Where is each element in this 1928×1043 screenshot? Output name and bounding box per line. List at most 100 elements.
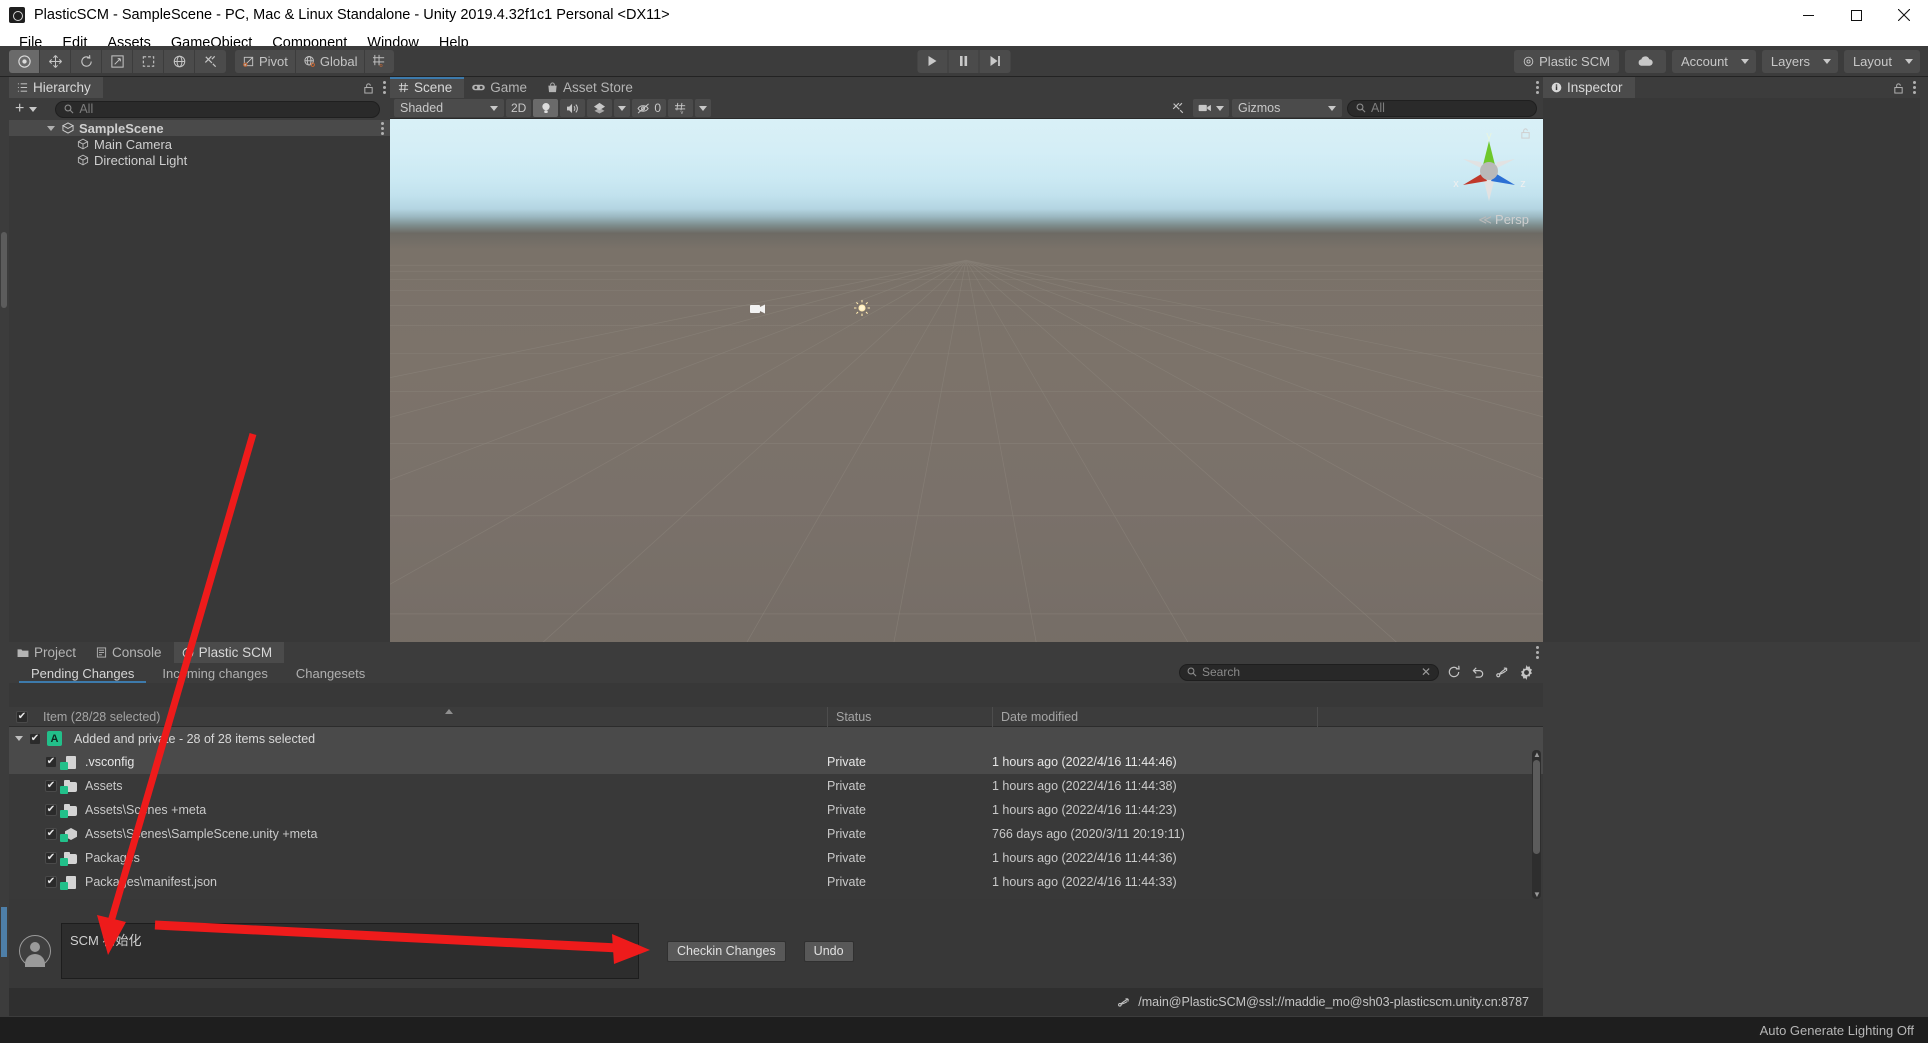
speaker-icon[interactable] <box>560 99 586 117</box>
close-icon[interactable]: ✕ <box>1421 665 1431 679</box>
lightbulb-icon[interactable] <box>533 99 559 117</box>
main-camera-gizmo[interactable] <box>750 302 766 318</box>
changes-group-row[interactable]: A Added and private - 28 of 28 items sel… <box>9 727 1543 750</box>
pause-button[interactable] <box>948 49 980 73</box>
table-row[interactable]: Packages\manifest.json Private 1 hours a… <box>9 870 1543 894</box>
grid-visibility-icon[interactable]: y <box>668 99 694 117</box>
layers-dropdown[interactable]: Layers <box>1761 49 1838 73</box>
scale-tool-icon[interactable] <box>102 49 133 73</box>
lock-icon[interactable] <box>1893 82 1904 94</box>
tab-asset-store[interactable]: Asset Store <box>539 77 645 98</box>
checkin-comment-input[interactable]: SCM 初始化 <box>61 923 639 979</box>
close-button[interactable] <box>1880 0 1928 30</box>
hierarchy-item-main-camera[interactable]: Main Camera <box>9 136 390 152</box>
chevron-down-icon[interactable] <box>15 736 23 741</box>
toggle-2d-button[interactable]: 2D <box>506 99 532 117</box>
step-button[interactable] <box>979 49 1011 73</box>
scrollbar-thumb[interactable] <box>1533 760 1540 854</box>
scene-context-menu-icon[interactable] <box>381 121 384 135</box>
tab-scene[interactable]: Scene <box>390 77 465 98</box>
tab-hierarchy[interactable]: Hierarchy <box>9 77 103 98</box>
account-dropdown[interactable]: Account <box>1671 49 1756 73</box>
play-button[interactable] <box>917 49 949 73</box>
table-row[interactable]: .vsconfig Private 1 hours ago (2022/4/16… <box>9 750 1543 774</box>
row-checkbox[interactable] <box>45 876 57 888</box>
subtab-incoming-changes[interactable]: Incoming changes <box>148 663 282 683</box>
refresh-icon[interactable] <box>1445 663 1463 681</box>
undo-button[interactable]: Undo <box>803 940 854 962</box>
cloud-icon[interactable] <box>1624 49 1666 73</box>
hierarchy-search-input[interactable]: All <box>55 100 380 118</box>
subtab-changesets[interactable]: Changesets <box>282 663 379 683</box>
scroll-up-arrow-icon[interactable]: ▲ <box>1533 750 1541 759</box>
pivot-toggle[interactable]: Pivot <box>235 49 296 73</box>
tab-plastic-scm[interactable]: Plastic SCM <box>173 642 285 663</box>
inspector-menu-icon[interactable] <box>1913 81 1916 94</box>
maximize-button[interactable] <box>1832 0 1880 30</box>
layout-dropdown[interactable]: Layout <box>1843 49 1920 73</box>
tab-console[interactable]: Console <box>88 642 174 663</box>
row-checkbox[interactable] <box>45 756 57 768</box>
grid-snap-icon[interactable]: o <box>365 49 395 73</box>
rotate-tool-icon[interactable] <box>71 49 102 73</box>
scene-viewport[interactable]: y x z ≪ Persp <box>390 119 1543 663</box>
left-scroll-marker[interactable] <box>1 232 7 308</box>
table-row[interactable]: Assets\Scenes +meta Private 1 hours ago … <box>9 798 1543 822</box>
chevron-down-icon <box>699 105 708 111</box>
column-item[interactable]: Item (28/28 selected) <box>35 707 827 727</box>
minimize-button[interactable] <box>1784 0 1832 30</box>
scene-search-input[interactable]: All <box>1347 99 1537 117</box>
camera-icon[interactable] <box>1193 99 1229 117</box>
table-row[interactable]: Assets\Scenes\SampleScene.unity +meta Pr… <box>9 822 1543 846</box>
lock-icon[interactable] <box>363 82 374 94</box>
column-status[interactable]: Status <box>827 706 992 727</box>
row-checkbox[interactable] <box>45 852 57 864</box>
row-checkbox[interactable] <box>45 780 57 792</box>
rect-tool-icon[interactable] <box>133 49 164 73</box>
hidden-objects-toggle[interactable]: 0 <box>632 99 667 117</box>
changes-vertical-scrollbar[interactable]: ▲ ▼ <box>1532 750 1541 899</box>
row-checkbox[interactable] <box>45 828 57 840</box>
chevron-down-icon[interactable] <box>47 125 55 131</box>
lock-icon[interactable] <box>1520 127 1531 140</box>
changes-rows-viewport[interactable]: .vsconfig Private 1 hours ago (2022/4/16… <box>9 750 1543 899</box>
table-row[interactable]: Packages Private 1 hours ago (2022/4/16 … <box>9 846 1543 870</box>
hierarchy-item-samplescene[interactable]: SampleScene <box>9 120 390 136</box>
effects-icon[interactable] <box>587 99 613 117</box>
subtab-pending-changes[interactable]: Pending Changes <box>17 663 148 683</box>
hand-tool-icon[interactable] <box>9 49 40 73</box>
effects-dropdown[interactable] <box>614 99 631 117</box>
wrench-icon[interactable] <box>1165 99 1190 117</box>
scene-menu-icon[interactable] <box>1536 81 1539 94</box>
plastic-search-input[interactable]: Search ✕ <box>1179 663 1439 681</box>
table-row[interactable]: Packages\packages-lock.json Private 1 ho… <box>9 894 1543 899</box>
gear-icon[interactable] <box>1517 663 1535 681</box>
shading-mode-dropdown[interactable]: Shaded <box>394 99 504 117</box>
group-checkbox[interactable] <box>29 732 41 745</box>
grid-dropdown[interactable] <box>695 99 712 117</box>
branch-icon[interactable] <box>1493 663 1511 681</box>
checkin-changes-button[interactable]: Checkin Changes <box>667 940 786 962</box>
hierarchy-item-directional-light[interactable]: Directional Light <box>9 152 390 168</box>
directional-light-gizmo[interactable] <box>853 299 871 322</box>
bottom-menu-icon[interactable] <box>1536 646 1539 659</box>
gizmos-dropdown[interactable]: Gizmos <box>1232 99 1342 117</box>
table-row[interactable]: Assets Private 1 hours ago (2022/4/16 11… <box>9 774 1543 798</box>
create-object-button[interactable]: + <box>15 101 38 117</box>
hierarchy-menu-icon[interactable] <box>383 81 386 94</box>
shading-mode-label: Shaded <box>400 101 444 115</box>
tab-project[interactable]: Project <box>9 642 88 663</box>
row-checkbox[interactable] <box>45 804 57 816</box>
custom-tool-icon[interactable] <box>195 49 226 73</box>
plastic-scm-button[interactable]: Plastic SCM <box>1514 49 1619 73</box>
select-all-checkbox[interactable] <box>9 710 35 723</box>
perspective-toggle[interactable]: ≪ Persp <box>1478 212 1529 228</box>
column-date-modified[interactable]: Date modified <box>992 706 1317 727</box>
move-tool-icon[interactable] <box>40 49 71 73</box>
scroll-down-arrow-icon[interactable]: ▼ <box>1533 890 1541 899</box>
undo-icon[interactable] <box>1469 663 1487 681</box>
transform-tool-icon[interactable] <box>164 49 195 73</box>
tab-game[interactable]: Game <box>464 77 539 98</box>
global-toggle[interactable]: Global <box>295 49 366 73</box>
tab-inspector[interactable]: Inspector <box>1543 77 1635 98</box>
